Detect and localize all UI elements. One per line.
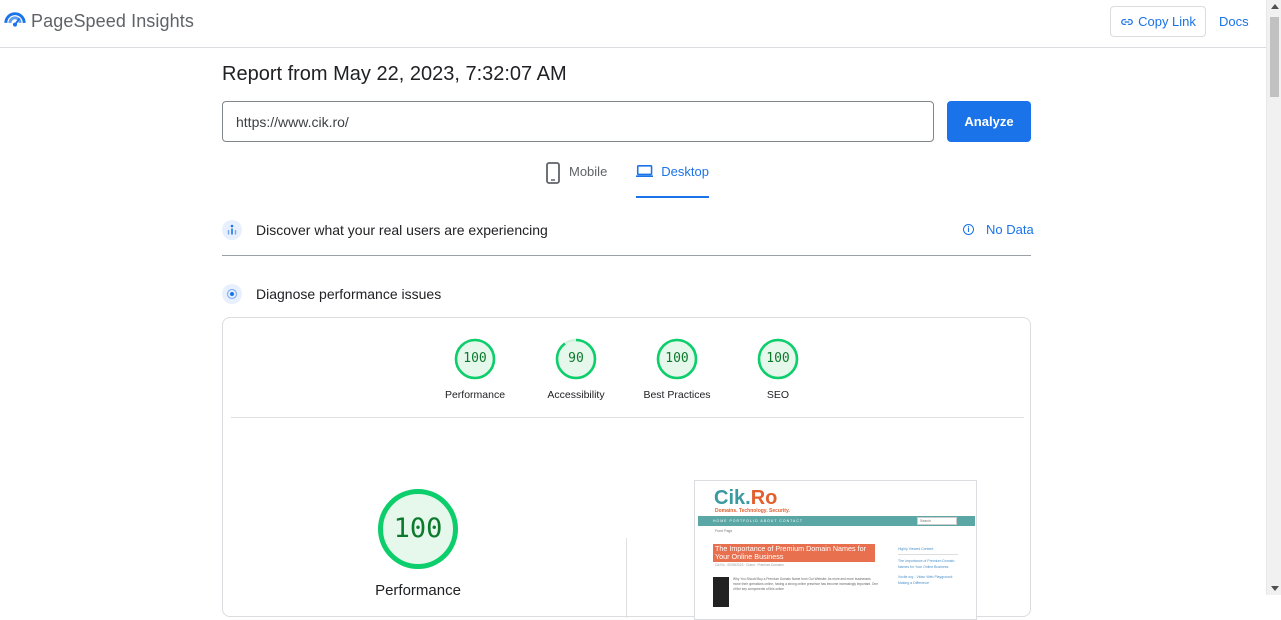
users-icon [222, 220, 242, 240]
tab-mobile-label: Mobile [569, 164, 608, 179]
logo[interactable]: PageSpeed Insights [4, 10, 194, 32]
vertical-divider [626, 538, 627, 618]
url-input[interactable] [222, 101, 934, 142]
diagnose-section: Diagnose performance issues [222, 283, 1031, 305]
app-title: PageSpeed Insights [31, 10, 194, 31]
gauge-value: 100 [665, 351, 689, 366]
tab-mobile[interactable]: Mobile [545, 162, 608, 198]
diagnose-label: Diagnose performance issues [256, 286, 442, 302]
gauge-performance[interactable]: 100 Performance [425, 338, 525, 401]
scroll-down-icon[interactable] [1271, 586, 1279, 591]
real-users-section[interactable]: Discover what your real users are experi… [222, 219, 1031, 241]
tab-desktop-label: Desktop [661, 164, 709, 179]
site-breadcrumb: Front Page [715, 529, 733, 533]
gauge-circle: 90 [555, 338, 597, 380]
gauge-value: 100 [766, 351, 790, 366]
section-divider [222, 255, 1031, 256]
analyze-button[interactable]: Analyze [947, 101, 1031, 142]
site-image [713, 577, 729, 607]
no-data-label: No Data [986, 222, 1034, 237]
no-data-status[interactable]: i No Data [963, 222, 1034, 237]
top-bar: PageSpeed Insights Copy Link Docs [0, 0, 1266, 48]
main-performance-gauge: 100 [377, 488, 459, 570]
site-headline: The Importance of Premium Domain Names f… [713, 544, 875, 562]
scroll-up-icon[interactable] [1271, 4, 1279, 9]
gauge-seo[interactable]: 100 SEO [728, 338, 828, 401]
report-title: Report from May 22, 2023, 7:32:07 AM [222, 63, 567, 85]
docs-link[interactable]: Docs [1219, 14, 1249, 29]
pagespeed-logo-icon [4, 12, 26, 27]
gauge-accessibility[interactable]: 90 Accessibility [526, 338, 626, 401]
tab-desktop[interactable]: Desktop [636, 164, 709, 198]
diagnose-icon [222, 284, 242, 304]
scrollbar-thumb[interactable] [1270, 17, 1279, 97]
gauge-circle: 100 [656, 338, 698, 380]
gauge-label: Accessibility [547, 389, 605, 401]
site-search: Search [917, 517, 957, 525]
site-sidebar: Highly Viewed Content The Importance of … [898, 547, 955, 585]
gauge-value: 100 [463, 351, 487, 366]
site-nav-items: HOME PORTFOLIO ABOUT CONTACT [713, 519, 804, 523]
gauge-label: Best Practices [643, 389, 711, 401]
gauge-value: 90 [568, 351, 584, 366]
copy-link-label: Copy Link [1138, 14, 1196, 29]
main-score-label: Performance [375, 582, 461, 599]
gauge-circle: 100 [454, 338, 496, 380]
gauge-circle: 100 [757, 338, 799, 380]
link-icon [1121, 18, 1133, 25]
main-score-value: 100 [393, 513, 443, 544]
scrollbar[interactable] [1266, 0, 1281, 595]
gauge-best-practices[interactable]: 100 Best Practices [627, 338, 727, 401]
phone-icon [546, 162, 560, 184]
site-logo: Cik.Ro [714, 487, 778, 509]
site-sidebar-divider [898, 554, 958, 555]
copy-link-button[interactable]: Copy Link [1110, 6, 1206, 37]
real-users-label: Discover what your real users are experi… [256, 222, 548, 238]
site-meta: Cik.Ro · 05/09/2023 · Guest · Premium Do… [715, 563, 784, 567]
info-icon: i [963, 224, 974, 235]
laptop-icon [636, 165, 654, 177]
score-card: 100 Performance 90 Accessibility 100 Bes… [222, 317, 1031, 620]
site-tagline: Domains. Technology. Security. [715, 508, 790, 514]
page-screenshot: Cik.Ro Domains. Technology. Security. HO… [694, 480, 977, 620]
gauge-label: SEO [766, 389, 790, 401]
site-body-text: Why You Should Buy a Premium Domain Name… [733, 577, 878, 591]
gauge-label: Performance [444, 389, 506, 401]
card-divider [231, 417, 1024, 418]
